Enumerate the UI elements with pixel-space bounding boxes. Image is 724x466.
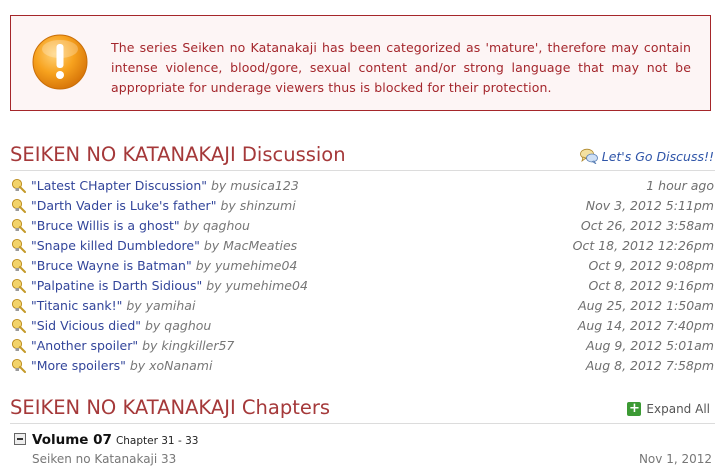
discussion-section-title: SEIKEN NO KATANAKAJI Discussion: [10, 143, 346, 166]
lightbulb-icon: [10, 258, 26, 274]
discussion-topic-link[interactable]: "Palpatine is Darth Sidious": [31, 278, 202, 293]
discussion-topic-link[interactable]: "Snape killed Dumbledore": [31, 238, 200, 253]
discussion-topic-link[interactable]: "Latest CHapter Discussion": [31, 178, 207, 193]
discussion-row: "Another spoiler" by kingkiller57 Aug 9, …: [10, 336, 714, 356]
discussion-topic-link[interactable]: "Another spoiler": [31, 338, 138, 353]
discussion-author[interactable]: by qaghou: [184, 218, 250, 233]
discussion-topic-line: "Sid Vicious died" by qaghou: [31, 316, 211, 336]
lightbulb-icon: [10, 298, 26, 314]
discussion-topic-link[interactable]: "Titanic sank!": [31, 298, 122, 313]
volume-header[interactable]: Volume 07 Chapter 31 - 33: [14, 432, 198, 448]
discussion-row: "Darth Vader is Luke's father" by shinzu…: [10, 196, 714, 216]
discussion-divider: [10, 170, 715, 171]
plus-icon: +: [627, 401, 642, 416]
discussion-row: "Sid Vicious died" by qaghou Aug 14, 2012…: [10, 316, 714, 336]
mature-warning-box: The series Seiken no Katanakaji has been…: [10, 15, 711, 111]
discussion-author[interactable]: by MacMeaties: [204, 238, 297, 253]
expand-all-label: Expand All: [646, 402, 710, 416]
discussion-topic-link[interactable]: "Bruce Willis is a ghost": [31, 218, 180, 233]
discussion-date: Oct 8, 2012 9:16pm: [588, 278, 714, 293]
discussion-row: "Bruce Wayne is Batman" by yumehime04 Oct…: [10, 256, 714, 276]
chapters-section-title: SEIKEN NO KATANAKAJI Chapters: [10, 396, 331, 419]
discussion-author[interactable]: by shinzumi: [220, 198, 295, 213]
discussion-topic-line: "Titanic sank!" by yamihai: [31, 296, 195, 316]
discussion-topic-line: "Palpatine is Darth Sidious" by yumehime…: [31, 276, 308, 296]
speech-bubbles-icon: [579, 148, 598, 164]
volume-chapter-range: Chapter 31 - 33: [115, 435, 199, 447]
lightbulb-icon: [10, 278, 26, 294]
discussion-date: Oct 26, 2012 3:58am: [580, 218, 714, 233]
discussion-date: Oct 9, 2012 9:08pm: [588, 258, 714, 273]
lightbulb-icon: [10, 338, 26, 354]
chapter-title[interactable]: Seiken no Katanakaji 33: [32, 452, 176, 466]
discussion-date: Nov 3, 2012 5:11pm: [585, 198, 714, 213]
discussion-topic-line: "Bruce Willis is a ghost" by qaghou: [31, 216, 250, 236]
lightbulb-icon: [10, 238, 26, 254]
discussion-row: "Palpatine is Darth Sidious" by yumehime…: [10, 276, 714, 296]
discussion-row: "Bruce Willis is a ghost" by qaghou Oct 2…: [10, 216, 714, 236]
lightbulb-icon: [10, 218, 26, 234]
discussion-topic-line: "Latest CHapter Discussion" by musica123: [31, 176, 299, 196]
chapters-divider: [10, 423, 715, 424]
discussion-date: 1 hour ago: [646, 178, 714, 193]
lets-go-discuss-label: Let's Go Discuss!!: [601, 148, 714, 164]
discussion-topic-link[interactable]: "Bruce Wayne is Batman": [31, 258, 192, 273]
lightbulb-icon: [10, 178, 26, 194]
discussion-author[interactable]: by musica123: [211, 178, 299, 193]
volume-name: Volume 07: [32, 432, 112, 448]
discussion-topic-link[interactable]: "More spoilers": [31, 358, 126, 373]
lightbulb-icon: [10, 358, 26, 374]
discussion-author[interactable]: by yamihai: [126, 298, 195, 313]
discussion-date: Aug 25, 2012 1:50am: [578, 298, 714, 313]
discussion-author[interactable]: by xoNanami: [130, 358, 213, 373]
discussion-row: "Latest CHapter Discussion" by musica123…: [10, 176, 714, 196]
chapter-date: Nov 1, 2012: [638, 452, 712, 466]
discussion-row: "Snape killed Dumbledore" by MacMeaties O…: [10, 236, 714, 256]
discussion-row: "More spoilers" by xoNanami Aug 8, 2012 7…: [10, 356, 714, 376]
discussion-topic-link[interactable]: "Darth Vader is Luke's father": [31, 198, 216, 213]
discussion-author[interactable]: by qaghou: [145, 318, 211, 333]
exclamation-icon: [32, 34, 88, 90]
lets-go-discuss-link[interactable]: Let's Go Discuss!!: [579, 148, 714, 164]
discussion-date: Aug 9, 2012 5:01am: [586, 338, 714, 353]
collapse-icon[interactable]: [14, 433, 26, 445]
discussion-date: Aug 14, 2012 7:40pm: [577, 318, 714, 333]
discussion-topic-line: "Snape killed Dumbledore" by MacMeaties: [31, 236, 297, 256]
discussion-topic-line: "Darth Vader is Luke's father" by shinzu…: [31, 196, 296, 216]
warning-message: The series Seiken no Katanakaji has been…: [111, 40, 691, 95]
chapter-row[interactable]: Seiken no Katanakaji 33 Nov 1, 2012: [32, 452, 712, 466]
discussion-topic-line: "Another spoiler" by kingkiller57: [31, 336, 234, 356]
discussion-date: Aug 8, 2012 7:58pm: [585, 358, 714, 373]
discussion-date: Oct 18, 2012 12:26pm: [572, 238, 714, 253]
discussion-author[interactable]: by yumehime04: [196, 258, 298, 273]
discussion-list: "Latest CHapter Discussion" by musica123…: [10, 176, 714, 376]
discussion-author[interactable]: by kingkiller57: [142, 338, 234, 353]
discussion-row: "Titanic sank!" by yamihai Aug 25, 2012 1…: [10, 296, 714, 316]
discussion-topic-link[interactable]: "Sid Vicious died": [31, 318, 141, 333]
expand-all-button[interactable]: + Expand All: [627, 402, 710, 416]
discussion-topic-line: "Bruce Wayne is Batman" by yumehime04: [31, 256, 297, 276]
discussion-author[interactable]: by yumehime04: [206, 278, 308, 293]
discussion-topic-line: "More spoilers" by xoNanami: [31, 356, 212, 376]
lightbulb-icon: [10, 198, 26, 214]
lightbulb-icon: [10, 318, 26, 334]
